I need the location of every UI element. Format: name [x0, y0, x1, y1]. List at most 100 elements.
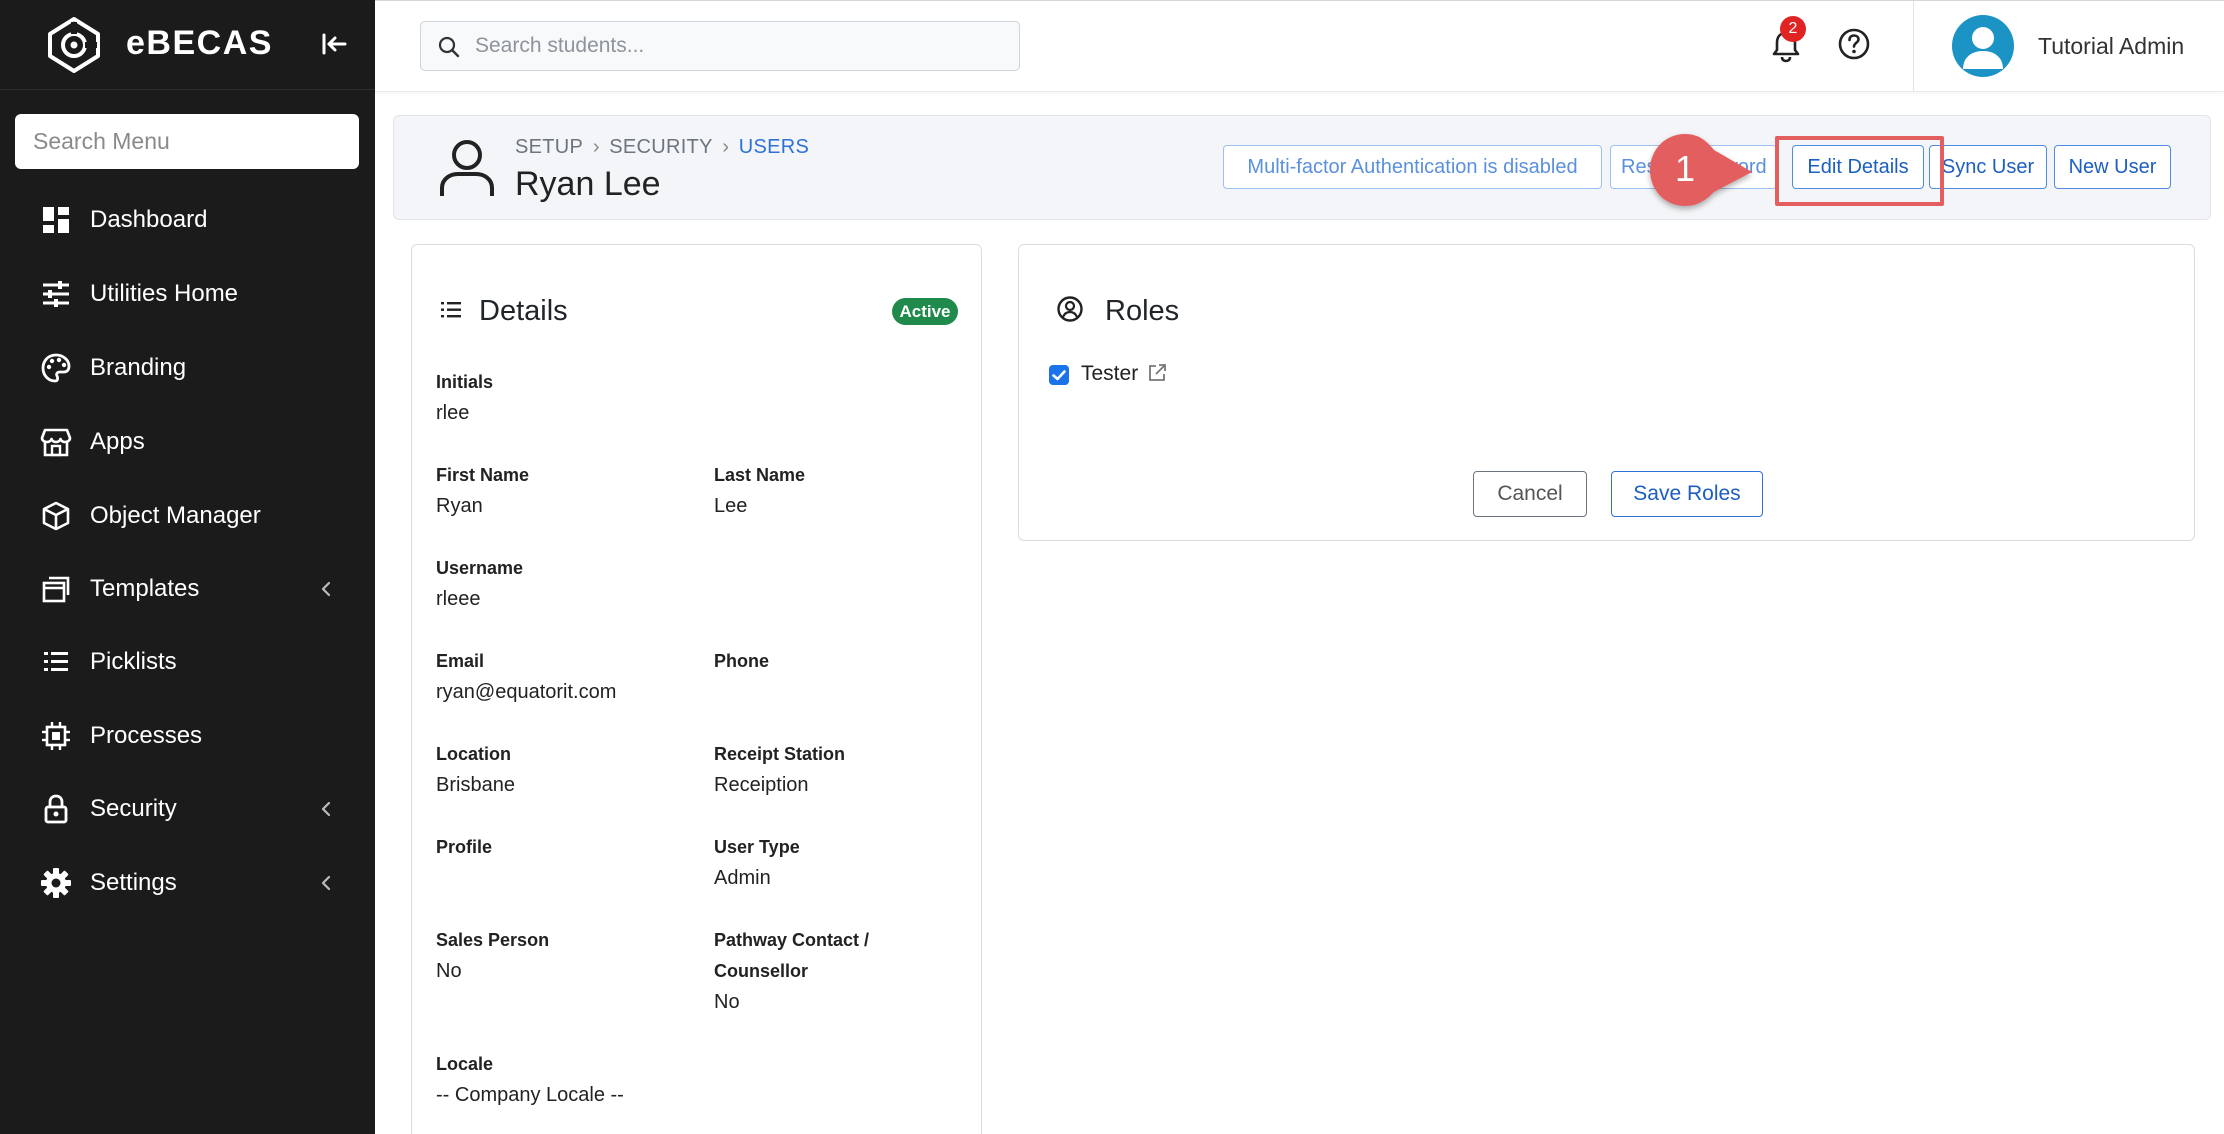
sidebar-item-dashboard[interactable]: Dashboard: [0, 188, 375, 252]
phone-label: Phone: [714, 651, 770, 671]
gear-icon: [41, 868, 71, 898]
sidebar-item-label: Branding: [90, 354, 187, 381]
last-name-value: Lee: [714, 495, 748, 517]
initials-value: rlee: [436, 402, 470, 424]
role-tester-checkbox[interactable]: [1049, 365, 1069, 385]
locale-value: -- Company Locale --: [436, 1084, 624, 1106]
sidebar-item-utilities-home[interactable]: Utilities Home: [0, 262, 375, 326]
details-title: Details: [479, 295, 568, 327]
store-icon: [40, 428, 72, 457]
user-type-label: User Type: [714, 837, 800, 857]
page-header: SETUP › SECURITY › USERS Ryan Lee Multi-…: [393, 115, 2211, 220]
save-roles-button[interactable]: Save Roles: [1611, 471, 1763, 517]
sync-user-button[interactable]: Sync User: [1929, 145, 2047, 189]
notification-count-badge: 2: [1780, 16, 1806, 42]
mfa-status-button[interactable]: Multi-factor Authentication is disabled: [1223, 145, 1602, 189]
sidebar-item-templates[interactable]: Templates: [0, 557, 375, 621]
window-stack-icon: [42, 576, 70, 603]
brand-name: eBECAS: [126, 24, 273, 62]
breadcrumb-users[interactable]: USERS: [739, 136, 809, 159]
chevron-right-icon: ›: [592, 136, 600, 158]
sidebar-item-label: Dashboard: [90, 206, 208, 233]
roles-title: Roles: [1105, 295, 1180, 327]
user-avatar[interactable]: [1952, 15, 2014, 77]
sidebar-item-object-manager[interactable]: Object Manager: [0, 484, 375, 548]
menu-search-input[interactable]: [15, 114, 359, 169]
sidebar-item-label: Picklists: [90, 648, 177, 675]
palette-icon: [41, 353, 71, 383]
collapse-sidebar-icon[interactable]: [316, 26, 352, 62]
page-title: Ryan Lee: [515, 165, 661, 203]
sidebar-item-label: Utilities Home: [90, 280, 239, 307]
topbar-divider: [1913, 1, 1914, 91]
sidebar-item-processes[interactable]: Processes: [0, 704, 375, 768]
chevron-left-icon: [321, 875, 331, 891]
role-tester-label: Tester: [1081, 362, 1139, 385]
profile-label: Profile: [436, 837, 493, 857]
status-badge: Active: [892, 298, 958, 325]
sidebar-item-settings[interactable]: Settings: [0, 851, 375, 915]
current-user-name[interactable]: Tutorial Admin: [2038, 33, 2184, 60]
user-circle-icon: [1057, 296, 1083, 322]
sales-person-value: No: [436, 960, 462, 982]
help-icon[interactable]: [1837, 27, 1871, 61]
chip-icon: [42, 722, 70, 750]
sidebar-item-label: Processes: [90, 722, 203, 749]
new-user-button[interactable]: New User: [2054, 145, 2171, 189]
details-card: Details Active Initials rlee First Name …: [411, 244, 982, 1134]
sidebar-item-branding[interactable]: Branding: [0, 336, 375, 400]
brand-header: eBECAS: [0, 0, 375, 90]
student-search-box[interactable]: [420, 21, 1020, 71]
sidebar-item-label: Object Manager: [90, 502, 261, 529]
sidebar: eBECAS Dashboard Utilities Home Branding: [0, 0, 375, 1134]
sidebar-item-label: Templates: [90, 575, 200, 602]
locale-label: Locale: [436, 1054, 494, 1074]
chevron-left-icon: [321, 581, 331, 597]
last-name-label: Last Name: [714, 465, 806, 485]
lock-icon: [44, 794, 68, 824]
cube-icon: [42, 501, 70, 531]
chevron-right-icon: ›: [722, 136, 730, 158]
user-icon: [440, 140, 494, 196]
sidebar-item-label: Security: [90, 795, 177, 822]
sidebar-item-label: Apps: [90, 428, 145, 455]
chevron-left-icon: [321, 801, 331, 817]
edit-details-button[interactable]: Edit Details: [1792, 145, 1924, 189]
location-value: Brisbane: [436, 774, 515, 796]
user-avatar-icon: [1963, 27, 2003, 69]
checkmark-icon: [1052, 370, 1066, 381]
username-value: rleee: [436, 588, 481, 610]
email-label: Email: [436, 651, 485, 671]
pathway-contact-label-line2: Counsellor: [714, 961, 809, 981]
breadcrumb: SETUP › SECURITY › USERS: [515, 136, 809, 159]
breadcrumb-security[interactable]: SECURITY: [609, 136, 713, 159]
sidebar-item-apps[interactable]: Apps: [0, 410, 375, 474]
first-name-label: First Name: [436, 465, 530, 485]
sidebar-item-picklists[interactable]: Picklists: [0, 630, 375, 694]
cancel-button[interactable]: Cancel: [1473, 471, 1587, 517]
list-icon: [44, 652, 68, 671]
sliders-icon: [43, 281, 69, 307]
initials-label: Initials: [436, 372, 494, 392]
pathway-contact-value: No: [714, 991, 740, 1013]
list-icon: [441, 302, 461, 318]
location-label: Location: [436, 744, 511, 764]
receipt-station-value: Receiption: [714, 774, 809, 796]
email-value: ryan@equatorit.com: [436, 681, 617, 703]
student-search-input[interactable]: [475, 28, 1005, 64]
pathway-contact-label: Pathway Contact /: [714, 930, 870, 950]
sidebar-item-label: Settings: [90, 869, 177, 896]
search-icon: [438, 36, 460, 58]
ebecas-logo-icon: [48, 17, 100, 73]
sidebar-item-security[interactable]: Security: [0, 777, 375, 841]
dashboard-icon: [43, 207, 69, 233]
external-link-icon[interactable]: [1147, 363, 1167, 383]
breadcrumb-setup[interactable]: SETUP: [515, 136, 583, 159]
receipt-station-label: Receipt Station: [714, 744, 846, 764]
first-name-value: Ryan: [436, 495, 483, 517]
roles-card: Roles Tester Cancel Save Roles: [1018, 244, 2195, 541]
user-type-value: Admin: [714, 867, 771, 889]
username-label: Username: [436, 558, 524, 578]
step-number: 1: [1674, 148, 1696, 189]
sales-person-label: Sales Person: [436, 930, 550, 950]
